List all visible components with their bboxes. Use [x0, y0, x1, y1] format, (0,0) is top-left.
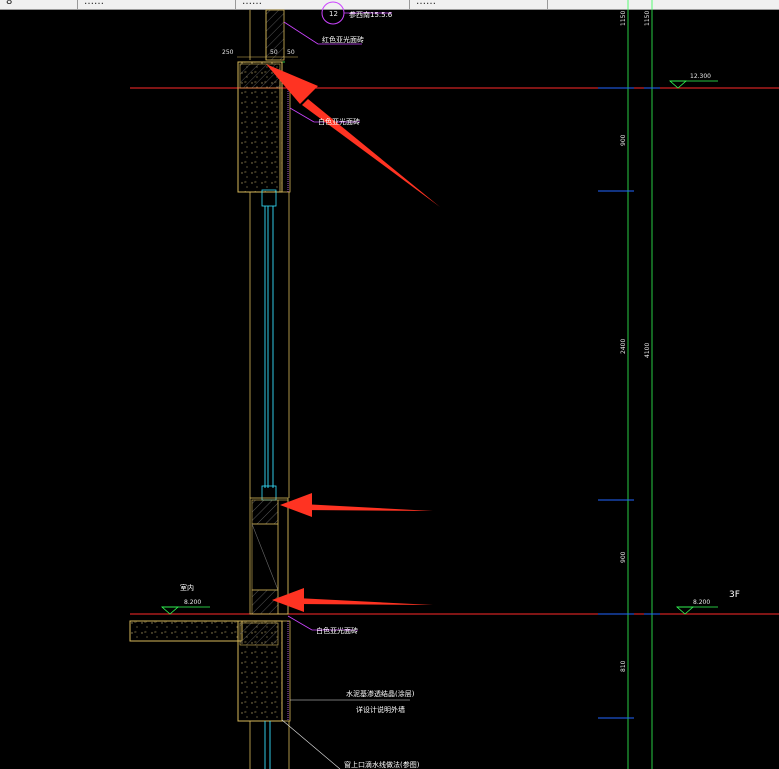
label-red-tile: 红色亚光面砖 [322, 35, 364, 44]
level-marker-right-lower [675, 606, 718, 615]
floor-slab [129, 620, 243, 642]
dim-900-upper: 900 [620, 134, 627, 146]
label-white-tile-upper: 白色亚光面砖 [318, 117, 360, 126]
floor-tag: 3F [729, 590, 740, 600]
dim-4100: 4100 [644, 343, 651, 358]
dim-1150-b: 1150 [644, 11, 651, 26]
dim-50a: 50 [270, 49, 278, 56]
level-marker-left-lower [160, 606, 210, 615]
dim-810: 810 [620, 660, 627, 672]
dim-50b: 50 [287, 49, 295, 56]
dim-1150-a: 1150 [620, 11, 627, 26]
label-waterproof-2: 详设计说明外墙 [356, 705, 405, 714]
dim-250: 250 [222, 49, 234, 56]
level-text-left-lower: 8.200 [184, 599, 201, 606]
level-text-upper: 12.300 [690, 73, 711, 80]
red-arrow-1 [302, 99, 440, 207]
dim-2400: 2400 [620, 339, 627, 354]
cad-canvas[interactable]: 8 …… …… …… 12 参西南15.5.6 250 50 50 1150 1… [0, 0, 779, 769]
red-arrows [266, 64, 440, 612]
callout-ref: 参西南15.5.6 [349, 10, 393, 19]
callout-number: 12 [329, 10, 338, 18]
level-marker-upper [668, 80, 718, 89]
indoor-label: 室内 [180, 583, 194, 592]
wall-section-drawing: 12 参西南15.5.6 250 50 50 1150 1150 900 240… [129, 0, 779, 769]
level-text-right-lower: 8.200 [693, 599, 710, 606]
label-bottom-note: 窗上口滴水线做法(参图) [344, 760, 420, 769]
label-white-tile-lower: 白色亚光面砖 [316, 626, 358, 635]
dim-900-lower: 900 [620, 551, 627, 563]
label-waterproof-1: 水泥基渗透结晶(涂层) [346, 689, 415, 698]
